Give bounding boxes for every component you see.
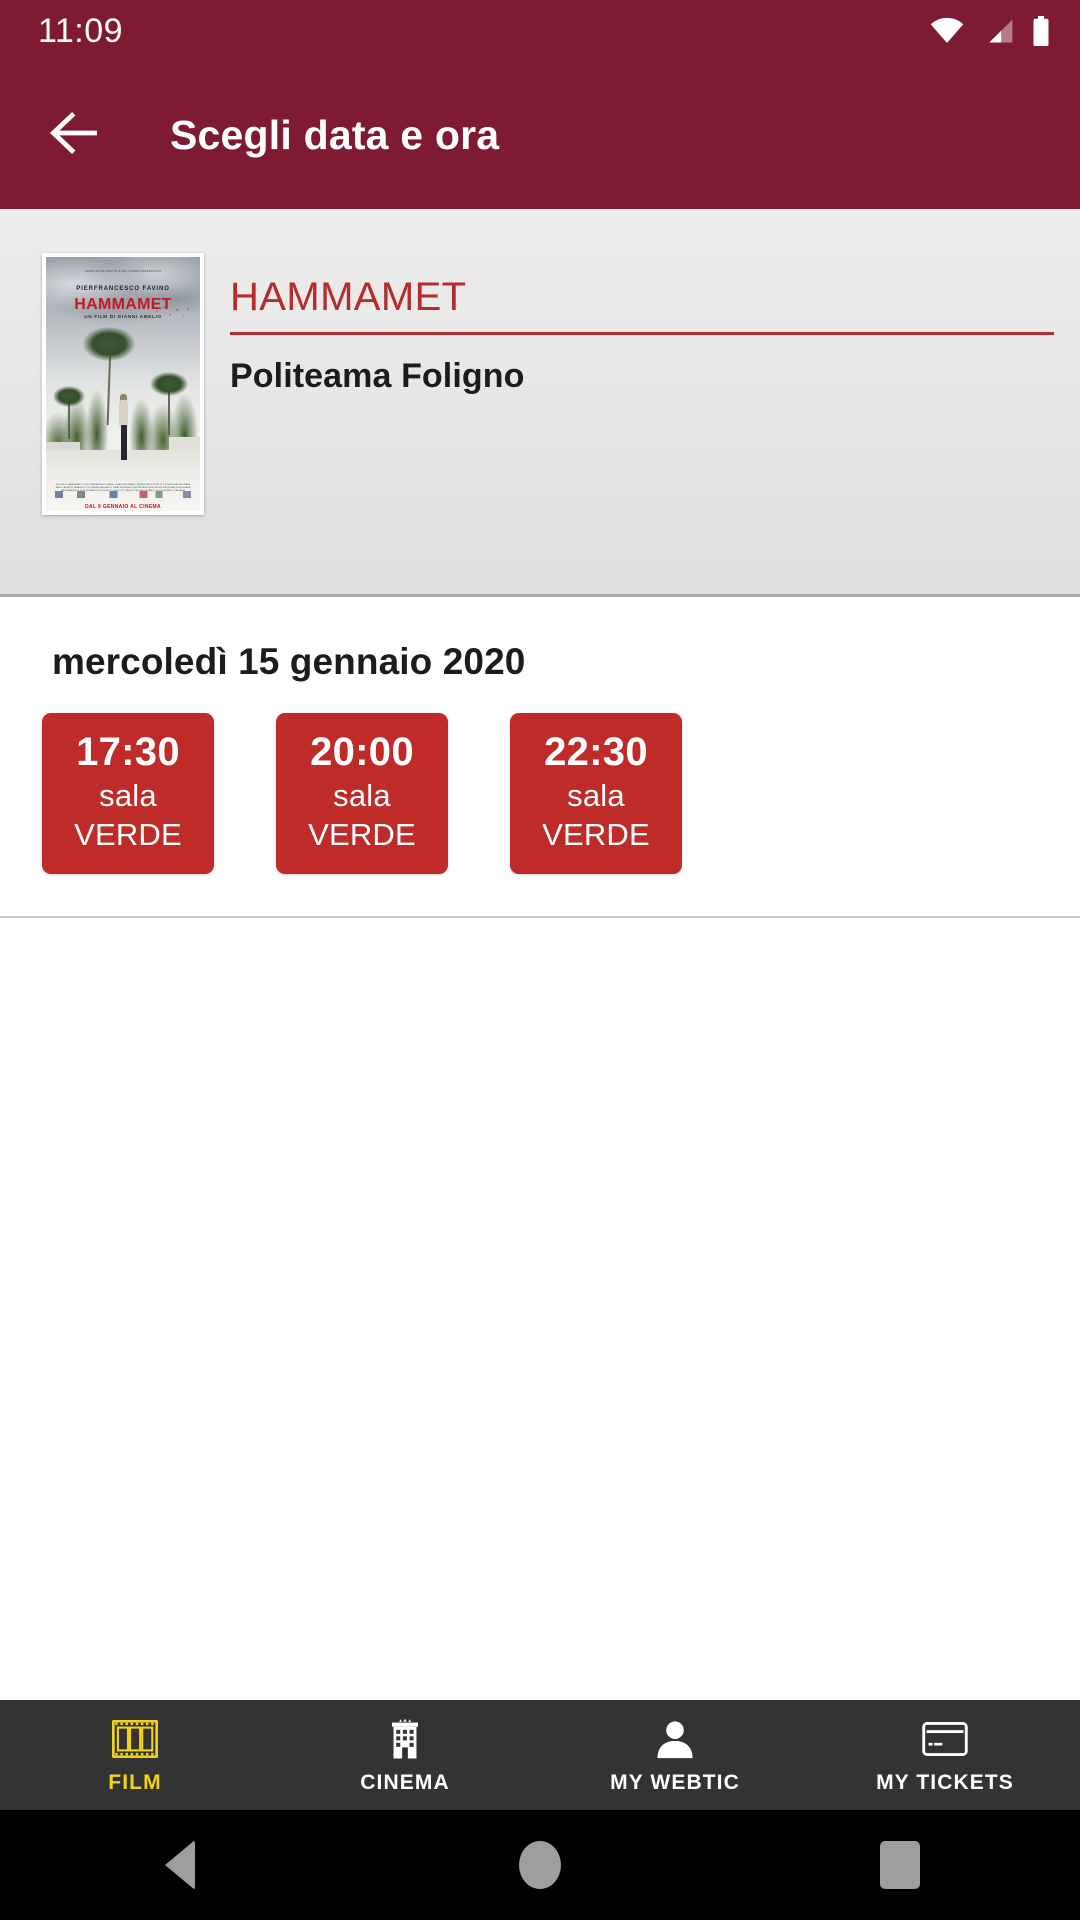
poster-credits-line: PRODUZIONE PEPITO E RAI CINEMA PRESENTAN… [84, 269, 162, 273]
app-screen: 11:09 Scegli data e ora PRODUZIONE PEPIT… [0, 0, 1080, 1920]
credit-card-icon [922, 1716, 968, 1762]
wifi-icon [930, 18, 964, 44]
showtime-date-label: mercoledì 15 gennaio 2020 [52, 641, 526, 682]
title-divider [230, 332, 1054, 335]
android-back-button[interactable] [0, 1840, 360, 1890]
android-recents-button[interactable] [720, 1841, 1080, 1889]
nav-item-film[interactable]: FILM [0, 1700, 270, 1810]
poster-actor-name: PIERFRANCESCO FAVINO [76, 286, 170, 293]
showtime-time: 22:30 [544, 730, 648, 774]
triangle-back-icon [165, 1840, 195, 1890]
cinema-name: Politeama Foligno [230, 357, 525, 395]
movie-title: HAMMAMET [230, 275, 467, 319]
showtime-time: 17:30 [76, 730, 180, 774]
nav-item-cinema[interactable]: CINEMA [270, 1700, 540, 1810]
showtime-hall: sala VERDE [74, 778, 182, 852]
showtime-button[interactable]: 20:00 sala VERDE [276, 713, 448, 874]
showtime-list: 17:30 sala VERDE 20:00 sala VERDE 22:30 … [0, 713, 1080, 916]
status-icons [930, 16, 1050, 46]
back-button[interactable] [44, 105, 106, 167]
showtime-button[interactable]: 22:30 sala VERDE [510, 713, 682, 874]
film-strip-icon [112, 1716, 158, 1762]
showtime-time: 20:00 [310, 730, 414, 774]
bottom-navigation: FILM CINEMA MY WEBTIC MY TICKETS [0, 1700, 1080, 1810]
showtimes-section: mercoledì 15 gennaio 2020 17:30 sala VER… [0, 597, 1080, 918]
nav-item-my-tickets[interactable]: MY TICKETS [810, 1700, 1080, 1810]
circle-home-icon [519, 1841, 561, 1889]
movie-poster[interactable]: PRODUZIONE PEPITO E RAI CINEMA PRESENTAN… [42, 253, 204, 515]
cinema-building-icon [384, 1716, 426, 1762]
page-title: Scegli data e ora [170, 112, 500, 158]
poster-artwork: PRODUZIONE PEPITO E RAI CINEMA PRESENTAN… [46, 257, 200, 511]
nav-item-my-webtic[interactable]: MY WEBTIC [540, 1700, 810, 1810]
movie-details: HAMMAMET Politeama Foligno [204, 253, 1080, 594]
movie-info-card: PRODUZIONE PEPITO E RAI CINEMA PRESENTAN… [0, 209, 1080, 597]
android-home-button[interactable] [360, 1841, 720, 1889]
showtime-button[interactable]: 17:30 sala VERDE [42, 713, 214, 874]
person-icon [654, 1716, 696, 1762]
android-system-nav [0, 1810, 1080, 1920]
status-bar: 11:09 [0, 0, 1080, 62]
square-recents-icon [880, 1841, 920, 1889]
poster-tagline: DAL 9 GENNAIO AL CINEMA [84, 503, 162, 510]
nav-label-my-webtic: MY WEBTIC [610, 1770, 740, 1794]
poster-sponsor-logos [55, 490, 191, 499]
empty-content-area [0, 917, 1080, 1700]
app-bar: Scegli data e ora [0, 62, 1080, 209]
poster-figure [118, 394, 129, 461]
battery-icon [1032, 16, 1050, 46]
status-clock: 11:09 [38, 11, 124, 50]
poster-director-line: UN FILM DI GIANNI AMELIO [84, 314, 162, 320]
cellular-signal-icon [982, 18, 1014, 44]
showtime-hall: sala VERDE [308, 778, 416, 852]
nav-label-film: FILM [108, 1770, 162, 1794]
nav-label-cinema: CINEMA [360, 1770, 450, 1794]
arrow-left-icon [49, 111, 101, 160]
nav-label-my-tickets: MY TICKETS [876, 1770, 1014, 1794]
showtime-hall: sala VERDE [542, 778, 650, 852]
